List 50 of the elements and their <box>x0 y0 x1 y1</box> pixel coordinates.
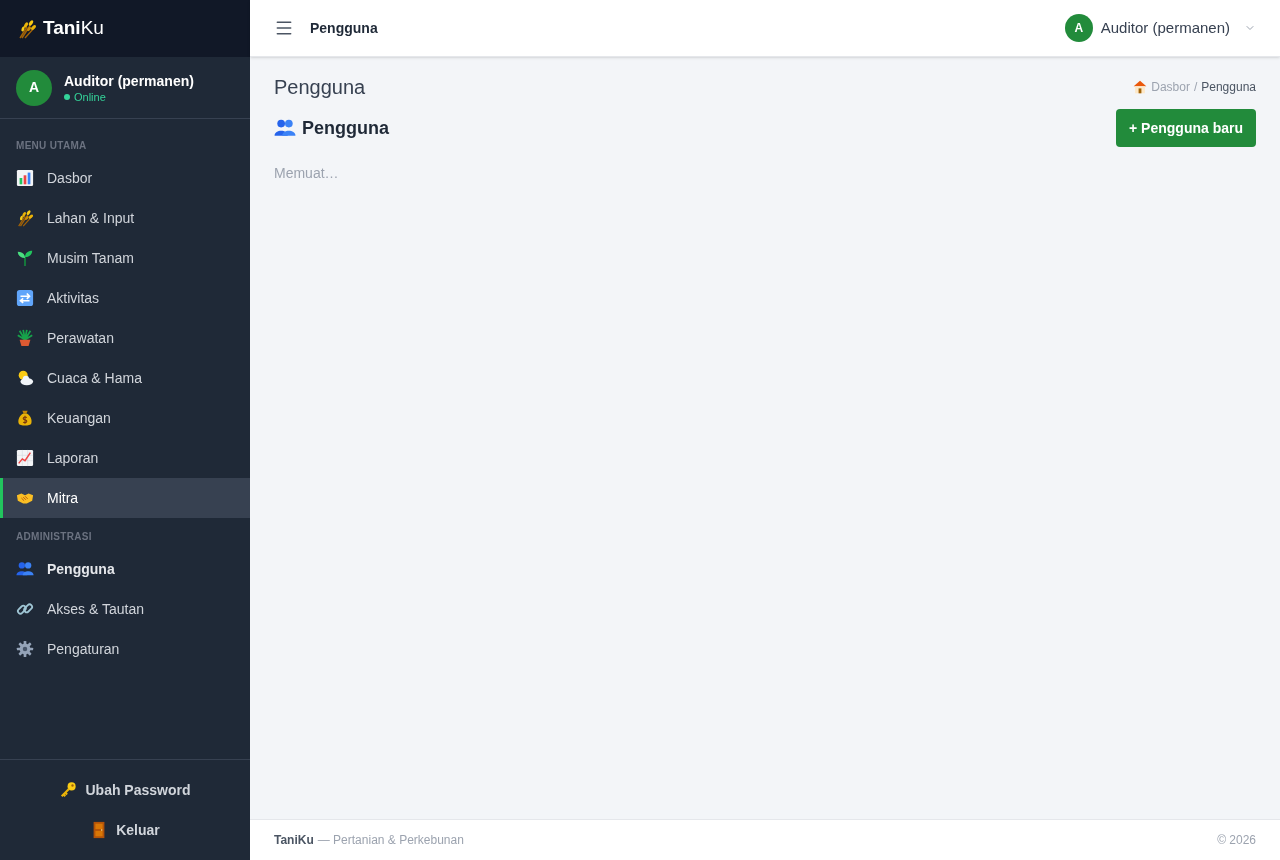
menu-icon <box>274 18 294 38</box>
user-avatar: A <box>16 69 52 106</box>
wheat-icon <box>17 18 37 39</box>
bar-chart-icon <box>16 169 34 187</box>
potted-plant-icon <box>16 329 34 347</box>
sidebar-nav-item[interactable]: Pengguna <box>0 549 250 589</box>
add-user-button[interactable]: + Pengguna baru <box>1116 109 1256 147</box>
money-bag-icon <box>16 409 34 427</box>
user-menu-button[interactable]: A Auditor (permanen) <box>1064 14 1256 42</box>
sidebar-nav-item[interactable]: Musim Tanam <box>0 238 250 278</box>
wheat-icon <box>16 209 34 227</box>
status-dot-icon <box>64 93 70 100</box>
home-icon <box>1133 80 1148 94</box>
user-avatar: A <box>1064 14 1093 42</box>
menu-button[interactable] <box>274 18 294 38</box>
people-icon <box>16 560 34 578</box>
sidebar-nav-item[interactable]: Mitra <box>0 478 250 518</box>
sidebar-nav-item[interactable]: Lahan & Input <box>0 198 250 238</box>
sidebar-nav-item[interactable]: Keuangan <box>0 398 250 438</box>
sidebar-bottom-link[interactable]: Keluar <box>0 810 250 850</box>
sidebar-nav-item[interactable]: Cuaca & Hama <box>0 358 250 398</box>
sidebar-nav-item[interactable]: Perawatan <box>0 318 250 358</box>
user-status: Online <box>74 89 106 104</box>
page-title: Pengguna <box>274 75 366 100</box>
footer-tagline: — Pertanian & Perkebunan <box>317 832 464 849</box>
sidebar-nav-item[interactable]: Aktivitas <box>0 278 250 318</box>
sidebar-bottom-link[interactable]: Ubah Password <box>0 770 250 810</box>
footer-brand: TaniKu <box>274 832 314 849</box>
footer-copyright: © 2026 <box>1217 832 1256 849</box>
top-bar-title: Pengguna <box>310 18 378 38</box>
sidebar-nav-item[interactable]: Dasbor <box>0 158 250 198</box>
loading-text: Memuat… <box>274 164 340 183</box>
breadcrumb-separator: / <box>1193 79 1198 96</box>
breadcrumb-current: Pengguna <box>1201 79 1256 96</box>
sun-cloud-icon <box>16 369 34 387</box>
key-icon <box>59 781 78 799</box>
people-icon <box>274 117 296 139</box>
sidebar-section-title: MENU UTAMA <box>15 139 88 153</box>
app-logo-text: TaniKu <box>43 16 104 41</box>
section-heading: Pengguna <box>302 116 389 140</box>
line-chart-icon <box>16 449 34 467</box>
user-name: Auditor (permanen) <box>64 71 194 90</box>
seedling-icon <box>16 249 34 267</box>
sidebar-section-title: ADMINISTRASI <box>15 530 93 544</box>
link-icon <box>16 600 34 618</box>
sidebar-nav-item[interactable]: Akses & Tautan <box>0 589 250 629</box>
sidebar-nav-item[interactable]: Pengaturan <box>0 629 250 669</box>
settings-icon <box>16 640 34 658</box>
sidebar-nav-item[interactable]: Laporan <box>0 438 250 478</box>
arrows-icon <box>16 289 34 307</box>
